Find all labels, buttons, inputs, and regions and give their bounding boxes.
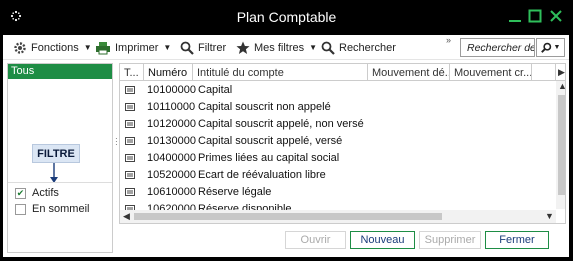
gear-icon xyxy=(14,41,26,54)
column-header-intitule[interactable]: Intitulé du compte xyxy=(193,64,368,81)
account-number: 10400000 xyxy=(147,152,196,164)
table-row[interactable]: 10400000 Primes liées au capital social xyxy=(120,150,554,167)
panel-splitter[interactable] xyxy=(113,63,118,253)
account-number: 10610000 xyxy=(147,186,196,198)
imprimer-menu[interactable]: Imprimer ▼ xyxy=(95,39,171,56)
filtre-annotation: FILTRE xyxy=(32,144,80,163)
scroll-right-icon[interactable]: ▶ xyxy=(558,67,565,78)
table-row[interactable]: 10520000 Ecart de réévaluation libre xyxy=(120,167,554,184)
account-type-icon xyxy=(125,171,135,179)
filter-tous[interactable]: Tous xyxy=(8,64,112,79)
account-label: Capital souscrit non appelé xyxy=(198,101,331,113)
column-header-mouvement-credit[interactable]: Mouvement cr... xyxy=(450,64,532,81)
close-icon[interactable] xyxy=(548,8,564,24)
horizontal-scrollbar[interactable]: ◀ ▼ xyxy=(120,210,556,223)
star-icon xyxy=(236,41,250,54)
maximize-icon[interactable] xyxy=(527,8,543,24)
account-number: 10100000 xyxy=(147,84,196,96)
fonctions-menu[interactable]: Fonctions ▼ xyxy=(13,39,92,56)
search-icon xyxy=(180,41,194,55)
en-sommeil-checkbox-row[interactable]: En sommeil xyxy=(15,203,89,215)
account-label: Capital souscrit appelé, non versé xyxy=(198,118,364,130)
nouveau-button[interactable]: Nouveau xyxy=(350,231,415,249)
table-row[interactable]: 10120000 Capital souscrit appelé, non ver… xyxy=(120,116,554,133)
actifs-checkbox-row[interactable]: ✔ Actifs xyxy=(15,187,59,199)
horizontal-scroll-thumb[interactable] xyxy=(134,213,442,220)
accounts-grid: T... Numéro Intitulé du compte Mouvement… xyxy=(119,63,566,224)
arrow-down-icon xyxy=(50,163,58,183)
title-bar[interactable]: Plan Comptable xyxy=(0,0,573,35)
search-input[interactable]: Rechercher des m xyxy=(460,38,535,57)
account-label: Ecart de réévaluation libre xyxy=(198,169,326,181)
account-type-icon xyxy=(125,188,135,196)
divider xyxy=(8,182,112,183)
filtrer-button[interactable]: Filtrer xyxy=(180,39,226,56)
minimize-icon[interactable] xyxy=(507,8,523,24)
rechercher-label: Rechercher xyxy=(339,41,396,54)
account-number: 10120000 xyxy=(147,118,196,130)
en-sommeil-label: En sommeil xyxy=(32,203,90,215)
fermer-button[interactable]: Fermer xyxy=(485,231,549,249)
plan-comptable-window: Plan Comptable Fonctions ▼ Imprimer ▼ Fi… xyxy=(0,0,573,261)
table-row[interactable]: 10610000 Réserve légale xyxy=(120,184,554,201)
account-type-icon xyxy=(125,120,135,128)
column-header-mouvement-debit[interactable]: Mouvement dé... xyxy=(368,64,450,81)
vertical-scroll-thumb[interactable] xyxy=(558,95,565,195)
account-type-icon xyxy=(125,86,135,94)
window-content: Fonctions ▼ Imprimer ▼ Filtrer Mes filtr… xyxy=(3,35,569,257)
scroll-down-icon[interactable]: ▼ xyxy=(545,211,554,221)
account-label: Réserve légale xyxy=(198,186,272,198)
ouvrir-button[interactable]: Ouvrir xyxy=(285,231,346,249)
supprimer-button[interactable]: Supprimer xyxy=(419,231,481,249)
filter-panel: Tous FILTRE ✔ Actifs En sommeil xyxy=(7,63,113,253)
account-number: 10130000 xyxy=(147,135,196,147)
printer-icon xyxy=(96,41,110,54)
account-number: 10110000 xyxy=(147,101,196,113)
actifs-checkbox[interactable]: ✔ xyxy=(15,187,26,199)
chevron-down-icon: ▼ xyxy=(309,43,318,52)
toolbar-overflow-icon[interactable]: » xyxy=(446,35,451,45)
column-header-extra xyxy=(532,64,556,81)
search-icon xyxy=(321,41,335,55)
account-label: Capital souscrit appelé, versé xyxy=(198,135,343,147)
imprimer-label: Imprimer xyxy=(115,41,159,54)
scroll-up-icon[interactable]: ▲ xyxy=(558,81,565,91)
account-number: 10520000 xyxy=(147,169,196,181)
scroll-left-icon[interactable]: ◀ xyxy=(123,211,130,222)
mes-filtres-label: Mes filtres xyxy=(254,41,305,54)
table-row[interactable]: 10110000 Capital souscrit non appelé xyxy=(120,99,554,116)
grid-body: 10100000 Capital 10110000 Capital souscrit … xyxy=(120,82,554,211)
toolbar: Fonctions ▼ Imprimer ▼ Filtrer Mes filtr… xyxy=(3,35,569,60)
en-sommeil-checkbox[interactable] xyxy=(15,203,26,215)
rechercher-button[interactable]: Rechercher xyxy=(321,39,396,56)
account-type-icon xyxy=(125,154,135,162)
splitter-grip-icon[interactable]: · · · xyxy=(115,135,118,149)
chevron-down-icon: ▼ xyxy=(163,43,172,52)
actifs-label: Actifs xyxy=(32,187,59,199)
column-header-numero[interactable]: Numéro xyxy=(144,64,193,81)
filtrer-label: Filtrer xyxy=(198,41,227,54)
chevron-down-icon: ▼ xyxy=(83,43,92,52)
column-header-type[interactable]: T... xyxy=(120,64,144,81)
table-row[interactable]: 10100000 Capital xyxy=(120,82,554,99)
account-type-icon xyxy=(125,103,135,111)
grid-header: T... Numéro Intitulé du compte Mouvement… xyxy=(120,64,565,81)
account-type-icon xyxy=(125,137,135,145)
table-row[interactable]: 10130000 Capital souscrit appelé, versé xyxy=(120,133,554,150)
search-options-button[interactable]: ▼ xyxy=(536,38,565,57)
mes-filtres-menu[interactable]: Mes filtres ▼ xyxy=(236,39,317,56)
fonctions-label: Fonctions xyxy=(31,41,79,54)
window-title: Plan Comptable xyxy=(236,9,337,25)
vertical-scrollbar[interactable]: ▲ xyxy=(556,81,565,209)
search-icon xyxy=(540,42,551,53)
account-label: Capital xyxy=(198,84,233,96)
chevron-down-icon: ▼ xyxy=(553,44,561,51)
account-label: Primes liées au capital social xyxy=(198,152,340,164)
